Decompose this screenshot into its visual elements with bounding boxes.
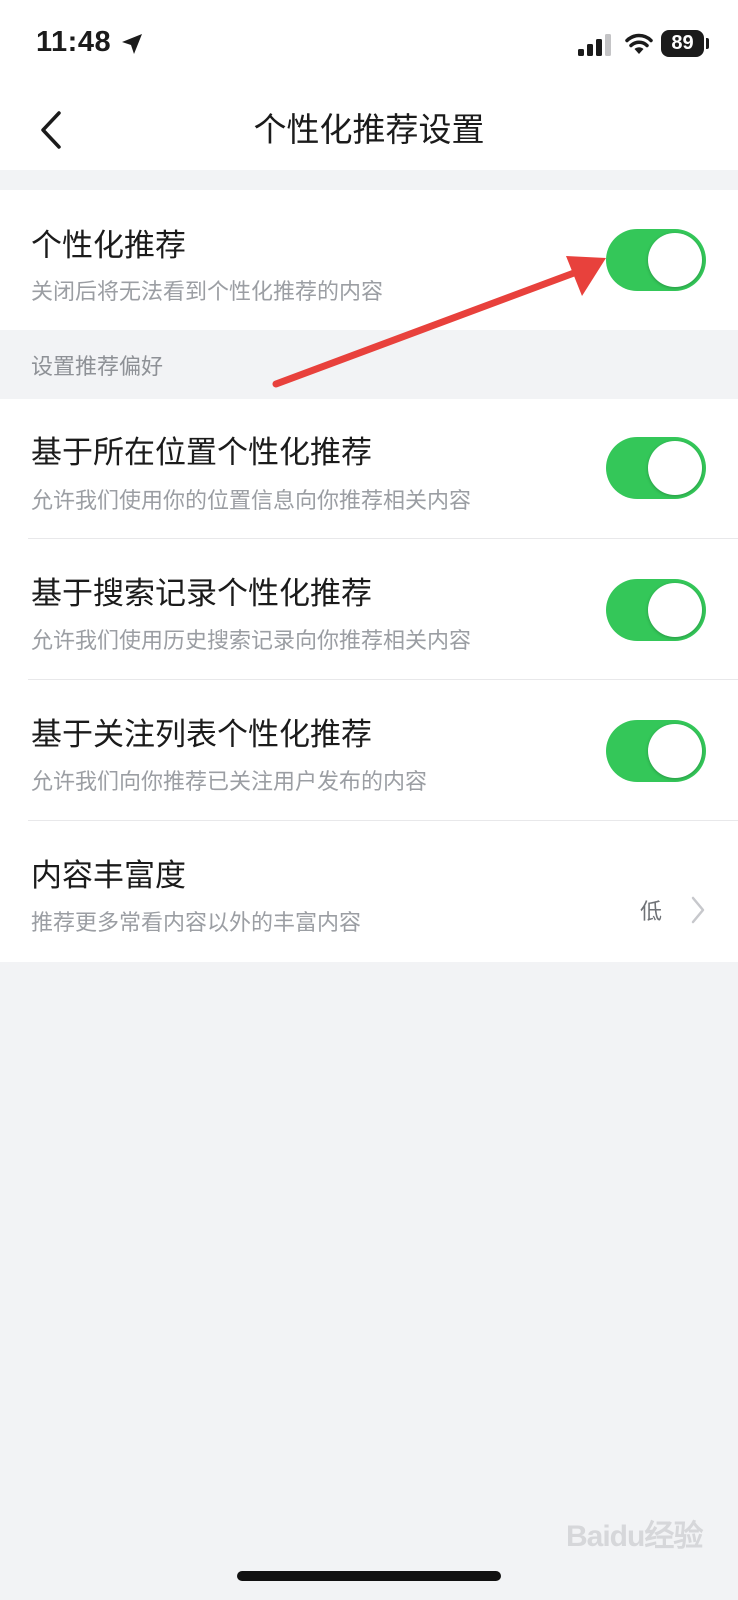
following-list-recommendation-row[interactable]: 基于关注列表个性化推荐 允许我们向你推荐已关注用户发布的内容 xyxy=(0,680,738,820)
chevron-left-icon xyxy=(41,111,61,149)
nav-bar: 个性化推荐设置 xyxy=(0,90,738,170)
row-title: 内容丰富度 xyxy=(31,858,186,894)
preferences-card: 基于所在位置个性化推荐 允许我们使用你的位置信息向你推荐相关内容 基于搜索记录个… xyxy=(0,399,738,962)
search-history-recommendation-toggle[interactable] xyxy=(606,579,706,641)
row-description: 允许我们使用你的位置信息向你推荐相关内容 xyxy=(31,489,472,514)
row-description: 推荐更多常看内容以外的丰富内容 xyxy=(31,911,362,936)
location-arrow-icon xyxy=(122,34,142,54)
search-history-recommendation-row[interactable]: 基于搜索记录个性化推荐 允许我们使用历史搜索记录向你推荐相关内容 xyxy=(0,539,738,679)
content-richness-value: 低 xyxy=(640,900,663,925)
row-title: 基于搜索记录个性化推荐 xyxy=(31,576,372,612)
battery-level: 89 xyxy=(671,32,694,54)
page-title: 个性化推荐设置 xyxy=(253,110,485,149)
toggle-knob xyxy=(648,583,702,637)
chevron-right-icon xyxy=(691,896,705,924)
back-button[interactable] xyxy=(26,100,76,160)
toggle-knob xyxy=(648,233,702,287)
row-description: 允许我们使用历史搜索记录向你推荐相关内容 xyxy=(31,629,472,654)
content-richness-row[interactable]: 内容丰富度 推荐更多常看内容以外的丰富内容 xyxy=(0,821,738,961)
wifi-icon xyxy=(625,33,653,54)
signal-icon xyxy=(578,34,611,56)
row-title: 基于关注列表个性化推荐 xyxy=(31,717,372,753)
red-arrow-annotation-icon xyxy=(272,256,606,388)
status-bar: 11:48 89 xyxy=(0,0,738,90)
location-recommendation-row[interactable]: 基于所在位置个性化推荐 允许我们使用你的位置信息向你推荐相关内容 xyxy=(0,399,738,539)
row-description: 允许我们向你推荐已关注用户发布的内容 xyxy=(31,770,428,795)
row-title: 个性化推荐 xyxy=(31,228,186,264)
battery-icon: 89 xyxy=(661,30,704,57)
following-list-recommendation-toggle[interactable] xyxy=(606,720,706,782)
battery-cap xyxy=(706,38,709,49)
toggle-knob xyxy=(648,441,702,495)
section-header: 设置推荐偏好 xyxy=(31,355,164,380)
home-indicator[interactable] xyxy=(237,1571,501,1581)
toggle-knob xyxy=(648,724,702,778)
status-time: 11:48 xyxy=(36,26,112,58)
row-title: 基于所在位置个性化推荐 xyxy=(31,435,372,471)
watermark: Baidu经验 xyxy=(566,1520,703,1553)
location-recommendation-toggle[interactable] xyxy=(606,437,706,499)
